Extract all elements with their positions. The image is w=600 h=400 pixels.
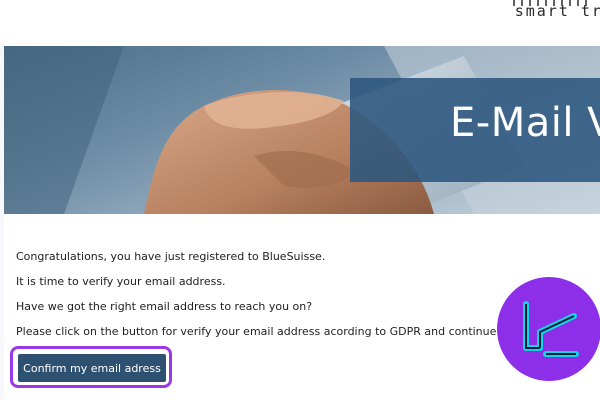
hero-title-banner: E-Mail Ve	[350, 78, 600, 182]
hero-banner-image: E-Mail Ve	[4, 46, 600, 214]
verify-prompt-text: It is time to verify your email address.	[16, 275, 226, 288]
brand-logo: smart tra	[510, 0, 600, 26]
brand-logo-text: smart tra	[514, 2, 600, 20]
confirm-email-button[interactable]: Confirm my email adress	[18, 354, 166, 382]
email-check-text: Have we got the right email address to r…	[16, 300, 313, 313]
hero-title: E-Mail Ve	[450, 100, 600, 146]
instruction-text: Please click on the button for verify yo…	[16, 325, 578, 338]
tc-logo-icon	[497, 277, 600, 381]
congratulations-text: Congratulations, you have just registere…	[16, 250, 326, 263]
top-bar: smart tra	[0, 0, 600, 46]
